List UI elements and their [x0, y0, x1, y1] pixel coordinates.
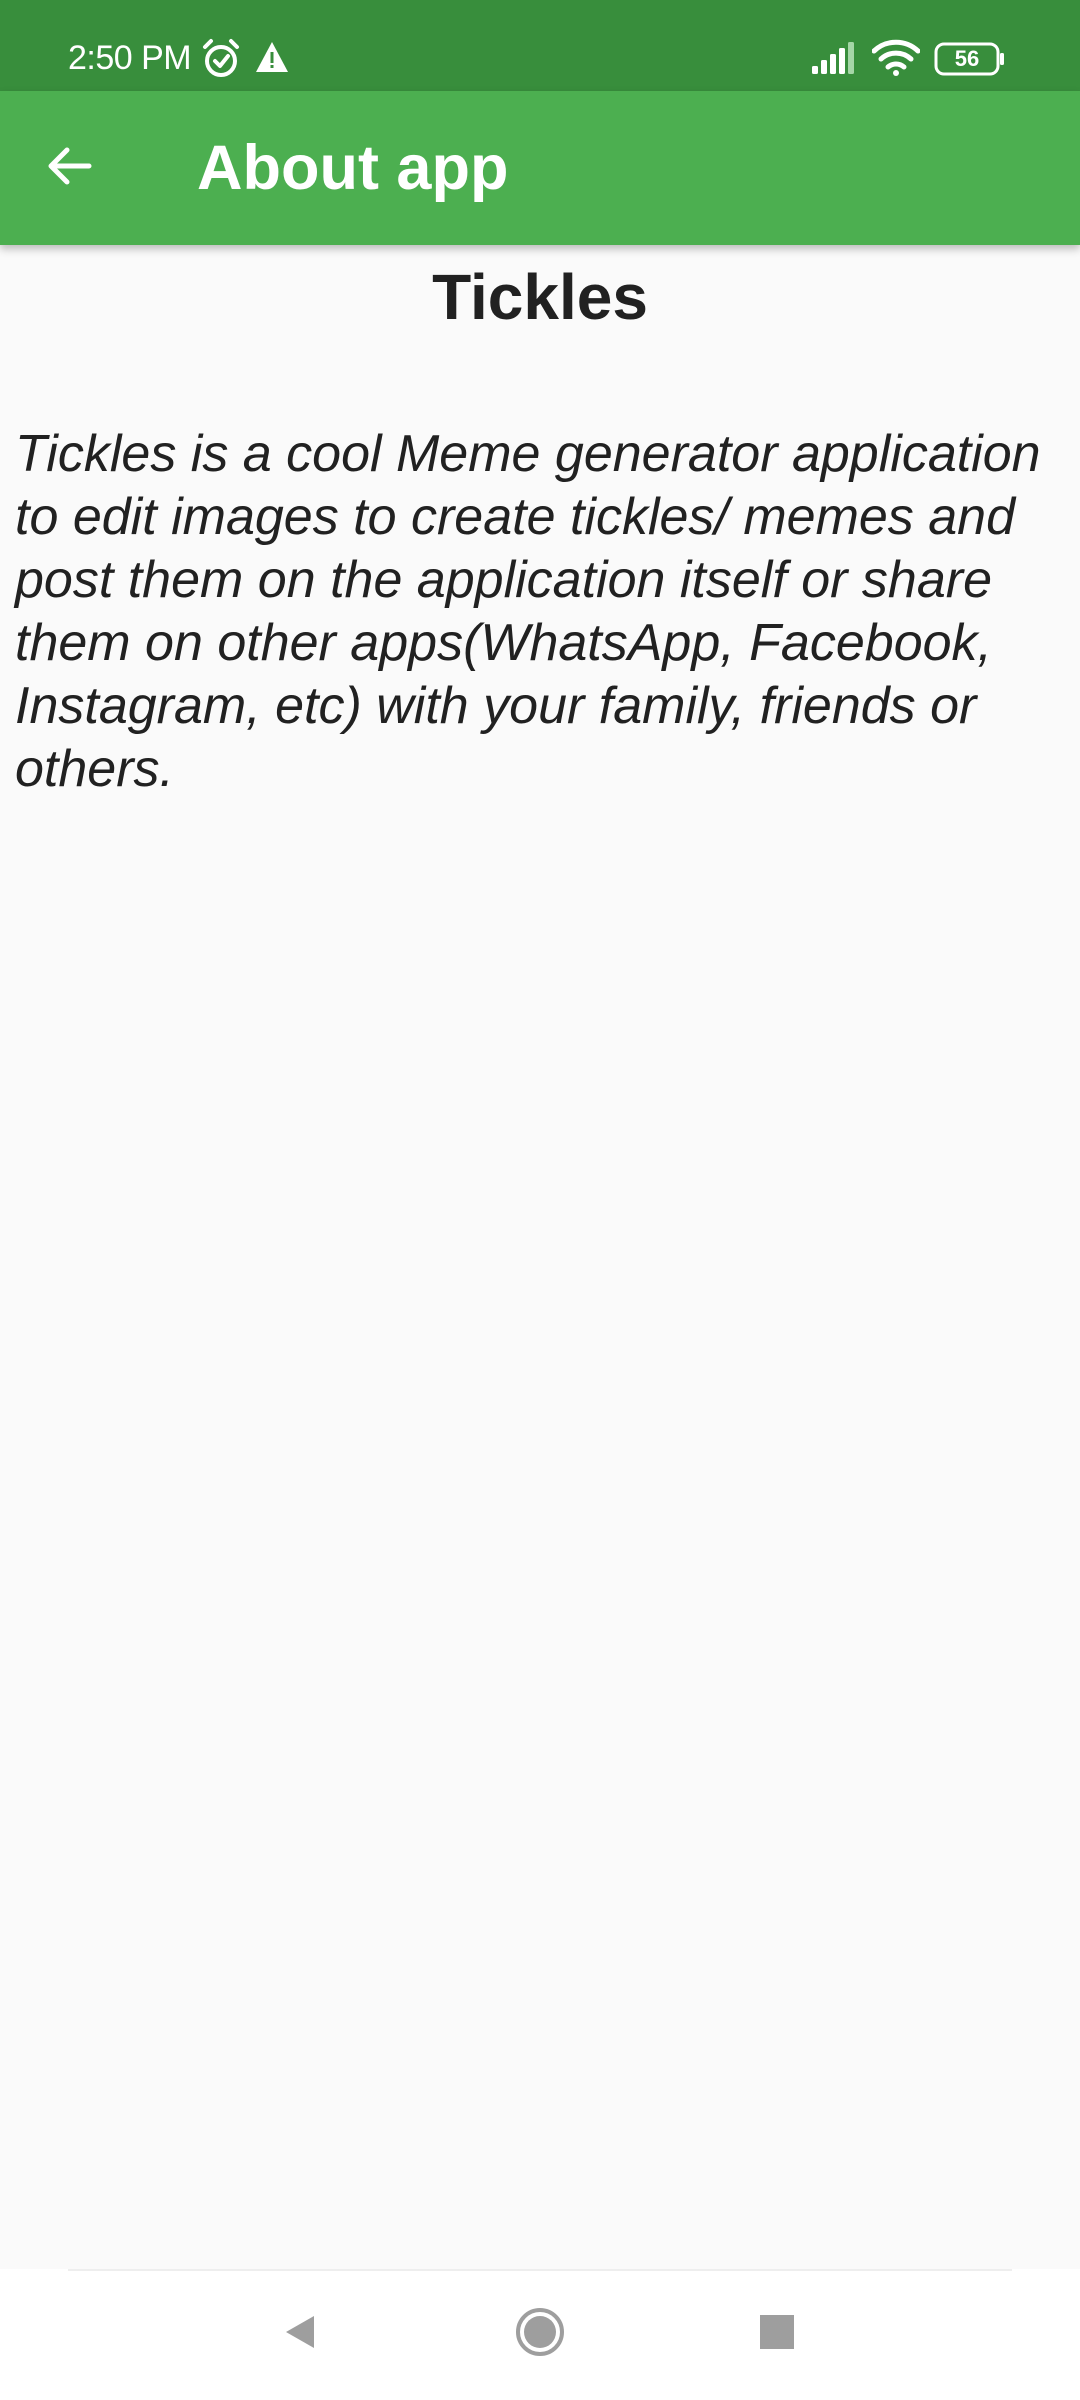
app-description: Tickles is a cool Meme generator applica…	[15, 425, 1041, 798]
wifi-icon	[871, 38, 921, 81]
back-button[interactable]	[24, 123, 114, 213]
page-title: About app	[197, 133, 509, 203]
about-content: Tickles Tickles is a cool Meme generator…	[0, 245, 1080, 2269]
system-nav-bar	[0, 2269, 1080, 2400]
nav-back-button[interactable]	[250, 2289, 350, 2379]
recents-square-icon	[758, 2313, 796, 2356]
nav-home-button[interactable]	[490, 2289, 590, 2379]
app-name-heading: Tickles	[432, 261, 648, 333]
app-bar: About app	[0, 91, 1080, 245]
status-bar: 2:50 PM 56	[0, 0, 1080, 91]
back-triangle-icon	[280, 2312, 320, 2357]
nav-recents-button[interactable]	[727, 2289, 827, 2379]
arrow-left-icon	[45, 142, 93, 195]
home-circle-icon	[514, 2306, 566, 2363]
nav-divider	[68, 2269, 1012, 2271]
status-time: 2:50 PM	[68, 39, 192, 77]
battery-level: 56	[954, 46, 980, 71]
warning-icon	[254, 40, 290, 79]
alarm-icon	[200, 38, 242, 85]
signal-icon	[812, 42, 860, 79]
